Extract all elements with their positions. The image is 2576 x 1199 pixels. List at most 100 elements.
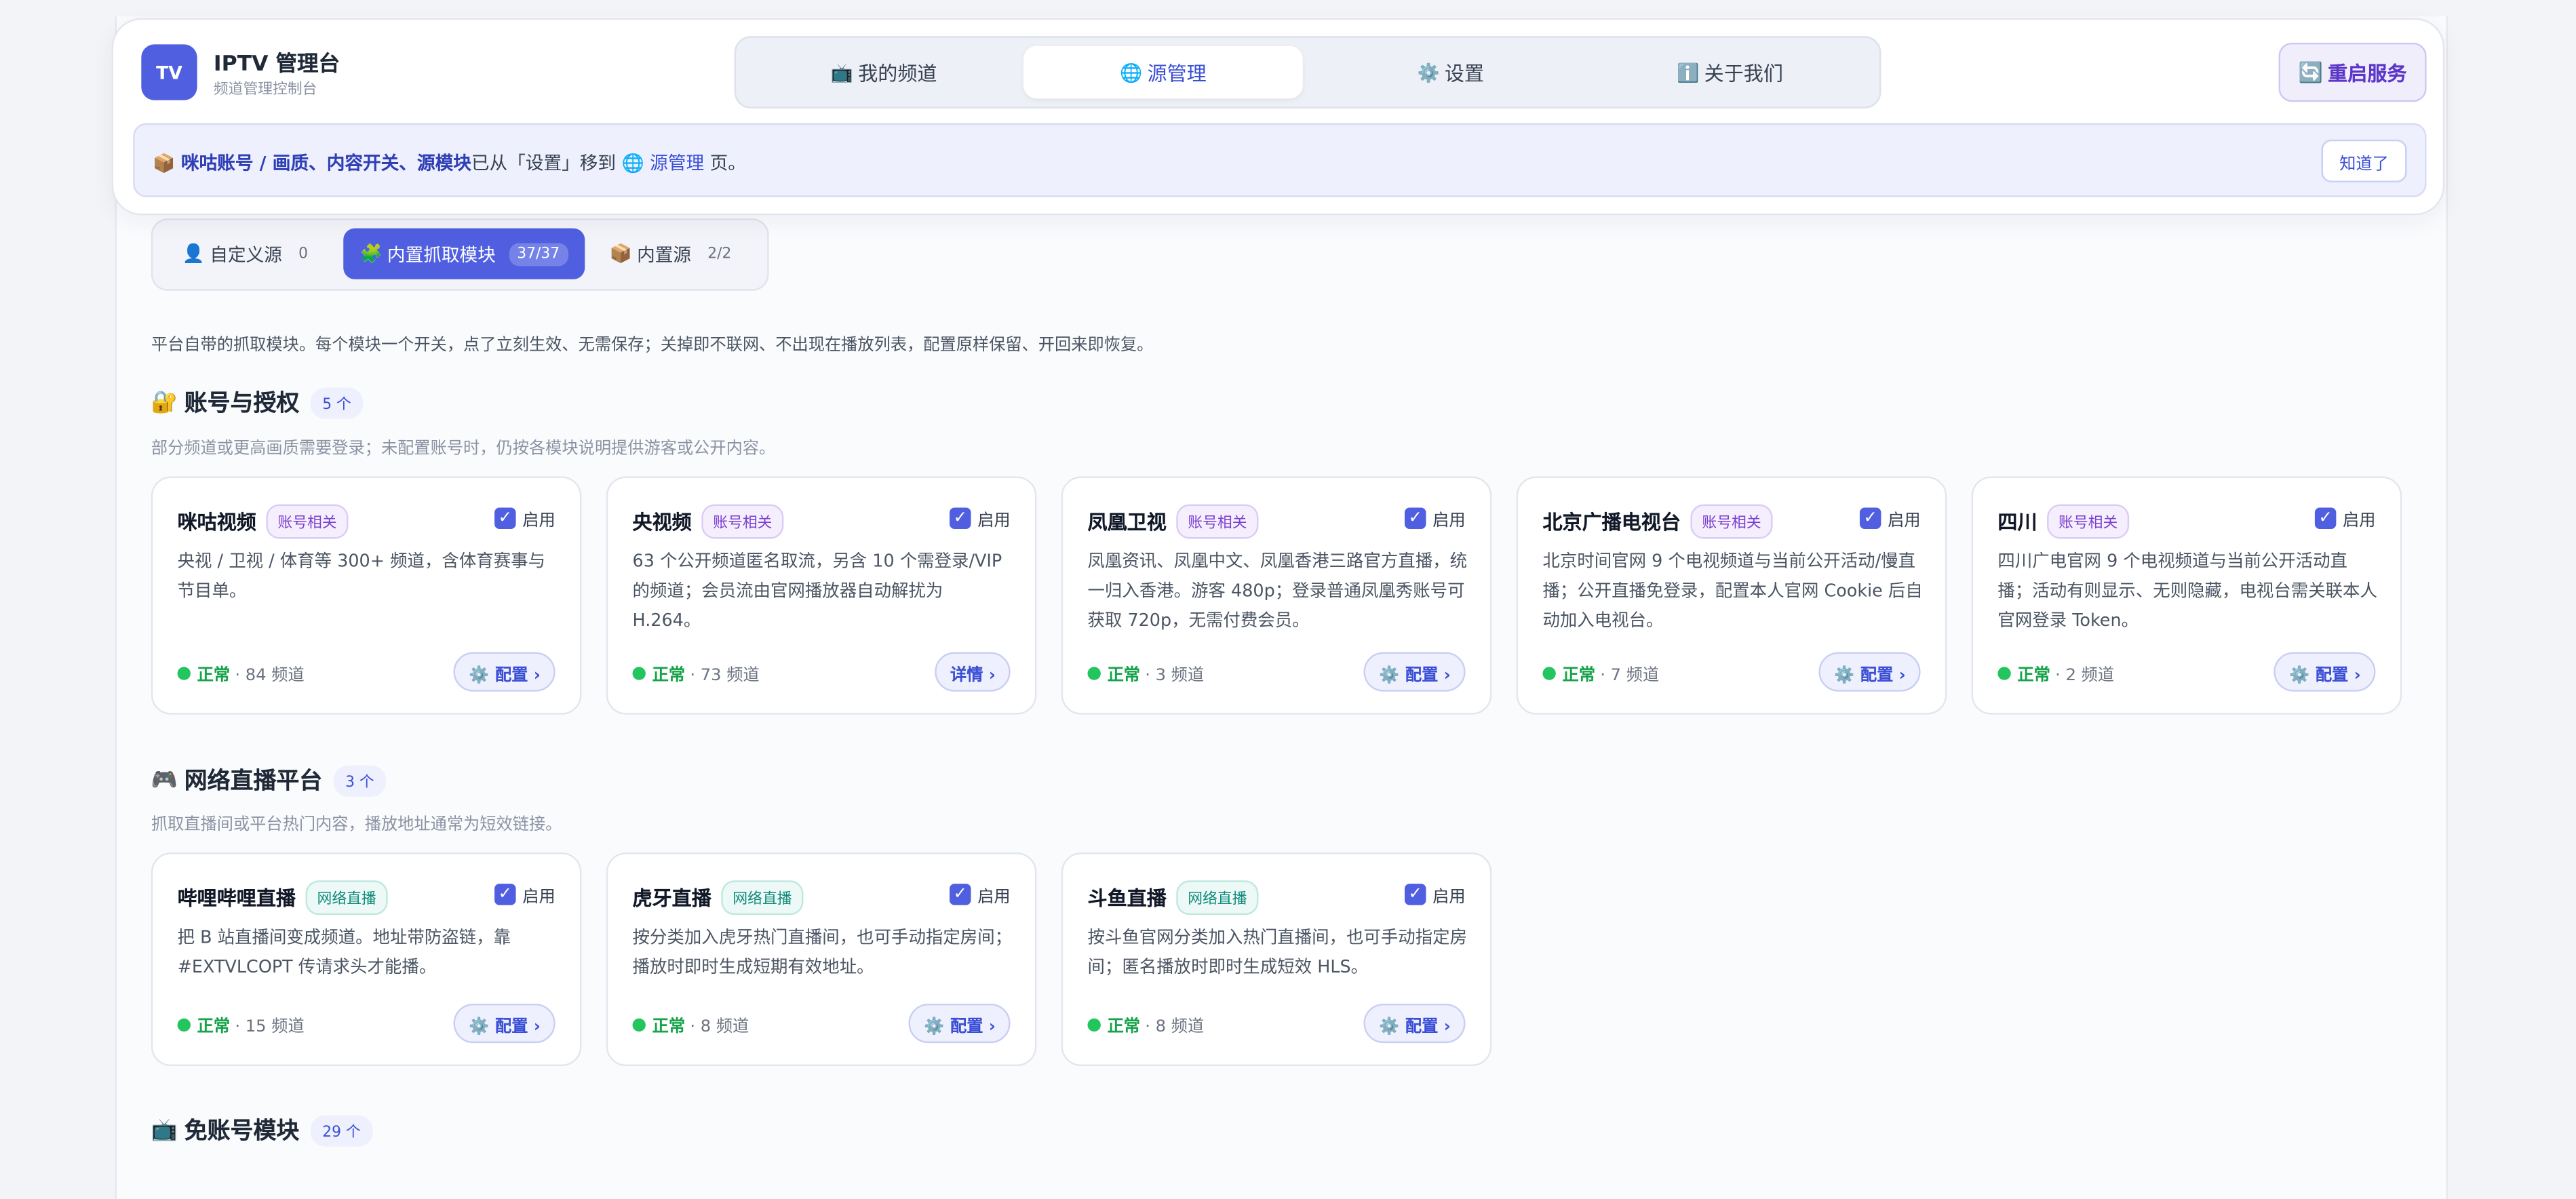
card-status: 正常 · 8 频道 — [1087, 1012, 1204, 1036]
restart-service-button[interactable]: 🔄 重启服务 — [2278, 42, 2427, 102]
card-title: 哔哩哔哩直播 网络直播 — [178, 880, 388, 916]
subtab-builtin-modules[interactable]: 🧩 内置抓取模块 37/37 — [343, 228, 585, 279]
status-dot-icon — [1087, 666, 1101, 680]
subtab-builtin-source[interactable]: 📦 内置源 2/2 — [593, 229, 747, 279]
toggle-label: 启用 — [977, 512, 1011, 531]
card-name: 咪咕视频 — [177, 511, 256, 534]
subtab-count: 2/2 — [707, 245, 732, 262]
tab-label: 设置 — [1444, 61, 1485, 85]
subtab-count: 37/37 — [509, 242, 568, 266]
package-icon: 📦 — [609, 243, 632, 264]
card-tag: 账号相关 — [266, 504, 349, 539]
enable-toggle[interactable]: ✓ 启用 — [1859, 506, 1921, 531]
status-dot-icon — [632, 1017, 646, 1031]
got-it-button[interactable]: 知道了 — [2321, 139, 2407, 182]
card-status: 正常 · 84 频道 — [177, 661, 305, 686]
enable-toggle[interactable]: ✓ 启用 — [1404, 882, 1466, 907]
tab-about[interactable]: ℹ️ 关于我们 — [1591, 46, 1870, 99]
card-desc: 凤凰资讯、凤凰中文、凤凰香港三路官方直播，统一归入香港。游客 480p；登录普通… — [1087, 551, 1468, 631]
configure-button[interactable]: ⚙️ 配置 › — [1364, 652, 1466, 692]
section-name: 账号与授权 — [184, 391, 300, 418]
checkbox-checked-icon[interactable]: ✓ — [494, 507, 516, 529]
channel-count: · 2 频道 — [2055, 667, 2115, 686]
section-count: 5 个 — [311, 387, 363, 418]
toggle-label: 启用 — [1432, 512, 1466, 531]
card-desc: 北京时间官网 9 个电视频道与当前公开活动/慢直播；公开直播免登录，配置本人官网… — [1542, 551, 1923, 631]
channel-count: · 15 频道 — [235, 1018, 305, 1037]
checkbox-checked-icon[interactable]: ✓ — [950, 507, 971, 529]
status-ok: 正常 — [1107, 1018, 1141, 1037]
card-tag: 账号相关 — [1690, 504, 1773, 539]
card-status: 正常 · 8 频道 — [632, 1012, 749, 1037]
lock-icon: 🔐 — [151, 390, 178, 415]
card-title: 四川 账号相关 — [1997, 504, 2130, 539]
subtab-label: 自定义源 — [210, 243, 282, 266]
tab-my-channels[interactable]: 📺 我的频道 — [744, 46, 1023, 99]
card-status: 正常 · 15 频道 — [177, 1012, 305, 1037]
status-ok: 正常 — [652, 667, 686, 686]
section-count: 3 个 — [334, 764, 386, 796]
details-button[interactable]: 详情 › — [935, 652, 1011, 692]
card-tag: 网络直播 — [1176, 880, 1259, 916]
configure-button[interactable]: ⚙️ 配置 › — [909, 1003, 1011, 1044]
configure-button[interactable]: ⚙️ 配置 › — [454, 1003, 555, 1044]
toggle-label: 启用 — [1888, 512, 1921, 531]
tab-label: 我的频道 — [858, 61, 937, 85]
configure-button[interactable]: ⚙️ 配置 › — [1819, 652, 1921, 692]
tab-label: 源管理 — [1147, 61, 1207, 85]
tab-source-management[interactable]: 🌐 源管理 — [1023, 45, 1303, 99]
card-title: 央视频 账号相关 — [633, 504, 784, 539]
tab-settings[interactable]: ⚙️ 设置 — [1311, 46, 1591, 99]
checkbox-checked-icon[interactable]: ✓ — [1404, 507, 1426, 529]
checkbox-checked-icon[interactable]: ✓ — [494, 884, 516, 905]
status-ok: 正常 — [652, 1018, 686, 1037]
card-name: 凤凰卫视 — [1087, 511, 1167, 534]
card-tag: 账号相关 — [701, 504, 784, 539]
status-dot-icon — [632, 666, 646, 680]
subtab-custom-source[interactable]: 👤 自定义源 0 — [166, 229, 325, 279]
section-desc: 部分频道或更高画质需要登录；未配置账号时，仍按各模块说明提供游客或公开内容。 — [151, 440, 776, 458]
notice-mid: 已从「设置」移到 — [471, 153, 617, 174]
toggle-label: 启用 — [522, 888, 555, 907]
notice-bold: 咪咕账号 / 画质、内容开关、源模块 — [180, 153, 471, 174]
card-tag: 账号相关 — [1176, 504, 1259, 539]
gear-icon: ⚙️ — [1417, 61, 1440, 83]
enable-toggle[interactable]: ✓ 启用 — [1404, 506, 1466, 531]
configure-button[interactable]: ⚙️ 配置 › — [1364, 1003, 1466, 1044]
card-title: 虎牙直播 网络直播 — [632, 880, 804, 916]
modules-intro: 平台自带的抓取模块。每个模块一个开关，点了立刻生效、无需保存；关掉即不联网、不出… — [151, 336, 1154, 355]
status-ok: 正常 — [1562, 667, 1595, 686]
enable-toggle[interactable]: ✓ 启用 — [494, 882, 555, 907]
card-tag: 网络直播 — [305, 880, 388, 916]
checkbox-checked-icon[interactable]: ✓ — [1404, 884, 1426, 905]
checkbox-checked-icon[interactable]: ✓ — [950, 884, 971, 905]
status-dot-icon — [1997, 666, 2011, 680]
enable-toggle[interactable]: ✓ 启用 — [2314, 506, 2376, 531]
card-name: 北京广播电视台 — [1542, 511, 1681, 534]
card-desc: 按分类加入虎牙热门直播间，也可手动指定房间；播放时即时生成短期有效地址。 — [632, 928, 1013, 978]
status-ok: 正常 — [197, 667, 231, 686]
section-title: 🔐 账号与授权 5 个 — [151, 386, 363, 418]
toggle-label: 启用 — [2343, 512, 2376, 531]
enable-toggle[interactable]: ✓ 启用 — [950, 882, 1011, 907]
card-name: 虎牙直播 — [632, 886, 711, 910]
app-title: IPTV 管理台 — [213, 52, 340, 77]
checkbox-checked-icon[interactable]: ✓ — [2314, 507, 2337, 529]
card-tag: 账号相关 — [2047, 504, 2130, 539]
configure-button[interactable]: ⚙️ 配置 › — [2274, 652, 2376, 692]
card-title: 北京广播电视台 账号相关 — [1542, 504, 1773, 539]
card-desc: 按斗鱼官网分类加入热门直播间，也可手动指定房间；匿名播放时即时生成短效 HLS。 — [1087, 928, 1468, 978]
checkbox-checked-icon[interactable]: ✓ — [1859, 507, 1881, 529]
source-management-link[interactable]: 🌐 源管理 — [622, 153, 705, 174]
status-dot-icon — [1087, 1017, 1101, 1031]
module-card-phoenix: 凤凰卫视 账号相关 ✓ 启用 凤凰资讯、凤凰中文、凤凰香港三路官方直播，统一归入香… — [1061, 476, 1492, 715]
enable-toggle[interactable]: ✓ 启用 — [950, 506, 1011, 530]
configure-button[interactable]: ⚙️ 配置 › — [454, 652, 555, 692]
top-header: TV IPTV 管理台 频道管理控制台 📺 我的频道 🌐 源管理 ⚙️ 设置 ℹ… — [111, 18, 2445, 216]
enable-toggle[interactable]: ✓ 启用 — [494, 506, 555, 530]
status-ok: 正常 — [2017, 667, 2050, 686]
section-title: 📺 免账号模块 29 个 — [151, 1114, 372, 1146]
tv-icon: 📺 — [151, 1118, 178, 1143]
toggle-label: 启用 — [1432, 888, 1466, 907]
app-logo: TV — [141, 44, 197, 100]
